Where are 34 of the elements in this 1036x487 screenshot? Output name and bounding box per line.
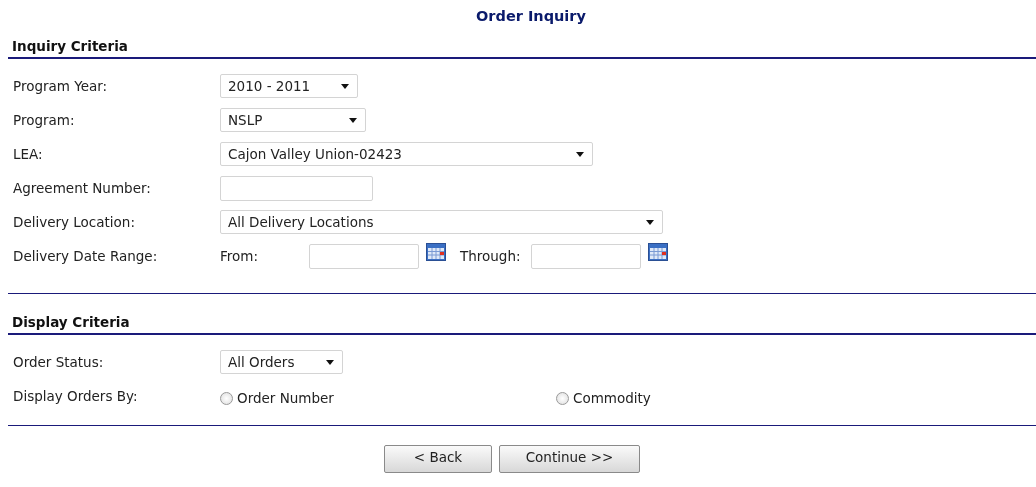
field-label: Order Status: bbox=[13, 354, 105, 370]
section-heading: Display Criteria bbox=[12, 314, 130, 330]
dropdown[interactable]: NSLP bbox=[220, 108, 366, 132]
dropdown[interactable]: Cajon Valley Union-02423 bbox=[220, 142, 593, 166]
field-label: Program Year: bbox=[13, 78, 109, 94]
radio-label[interactable]: Order Number bbox=[237, 390, 334, 406]
calendar-icon[interactable] bbox=[426, 243, 446, 261]
field-label: Display Orders By: bbox=[13, 388, 139, 404]
dropdown[interactable]: All Orders bbox=[220, 350, 343, 374]
continue-button[interactable]: Continue >> bbox=[499, 445, 640, 473]
radio-button[interactable] bbox=[220, 391, 233, 405]
field-label: Program: bbox=[13, 112, 76, 128]
through-label: Through: bbox=[460, 248, 521, 264]
caret-icon bbox=[576, 151, 584, 157]
calendar-icon[interactable] bbox=[647, 243, 668, 261]
input-field[interactable] bbox=[220, 175, 373, 201]
radio-label[interactable]: Commodity bbox=[573, 390, 651, 406]
date-field[interactable] bbox=[530, 243, 641, 269]
section-heading: Inquiry Criteria bbox=[12, 38, 128, 54]
dropdown[interactable]: All Delivery Locations bbox=[220, 210, 663, 234]
from-label: From: bbox=[220, 248, 259, 264]
radio-button[interactable] bbox=[556, 391, 569, 405]
back-button[interactable]: < Back bbox=[384, 445, 492, 473]
caret-icon bbox=[646, 219, 654, 225]
field-label: LEA: bbox=[13, 146, 44, 162]
page-title: Order Inquiry bbox=[476, 8, 586, 24]
caret-icon bbox=[326, 359, 334, 365]
field-label: Agreement Number: bbox=[13, 180, 152, 196]
date-field[interactable] bbox=[309, 243, 419, 269]
caret-icon bbox=[349, 117, 357, 123]
caret-icon bbox=[341, 83, 349, 89]
field-label: Delivery Date Range: bbox=[13, 248, 159, 264]
dropdown[interactable]: 2010 - 2011 bbox=[220, 74, 358, 98]
field-label: Delivery Location: bbox=[13, 214, 136, 230]
